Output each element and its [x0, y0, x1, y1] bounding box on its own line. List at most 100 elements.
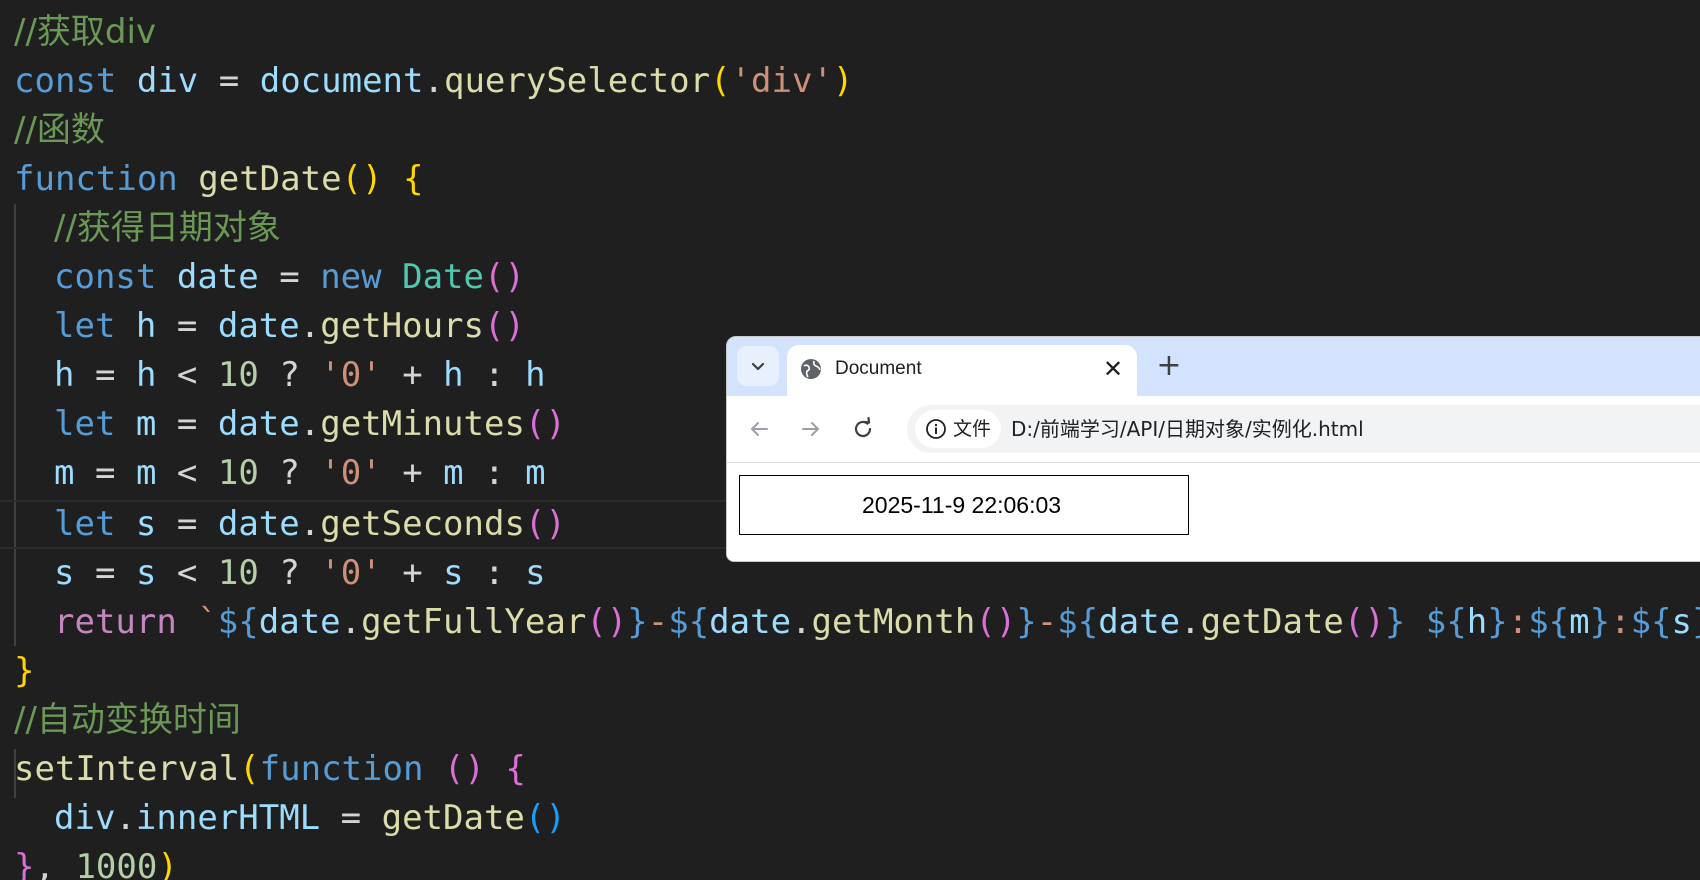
operator: ?	[279, 453, 300, 493]
variable: m	[135, 453, 157, 493]
comment: //获得日期对象	[54, 208, 281, 248]
template-tick: `	[197, 602, 218, 642]
variable: m	[54, 453, 75, 493]
operator: ,	[34, 847, 55, 880]
keyword: const	[14, 61, 117, 101]
variable: s	[135, 553, 157, 593]
site-info-chip[interactable]: 文件	[915, 410, 1001, 448]
operator: .	[299, 404, 321, 444]
bracket: }	[14, 847, 35, 880]
keyword: return	[54, 602, 177, 642]
keyword: const	[54, 257, 157, 297]
code-line: function getDate() {	[0, 155, 1700, 204]
reload-icon	[854, 417, 872, 438]
function-name: getFullYear	[361, 602, 587, 642]
forward-button[interactable]	[795, 413, 827, 445]
tab-document[interactable]: Document ✕	[787, 345, 1137, 396]
operator: .	[423, 61, 444, 101]
function-name: getDate	[198, 159, 342, 199]
keyword: let	[54, 504, 116, 544]
arrow-right-icon	[802, 422, 819, 436]
url-text[interactable]: D:/前端学习/API/日期对象/实例化.html	[1011, 417, 1364, 441]
bracket: ()	[341, 159, 383, 199]
operator: +	[402, 553, 423, 593]
operator: :	[484, 453, 505, 493]
variable: s	[135, 504, 157, 544]
string: '0'	[320, 355, 382, 395]
browser-window: Document ✕ + 文件 D:/前端学习/API/日期对象/实例化.htm…	[726, 336, 1700, 562]
class-name: Date	[402, 257, 484, 297]
number: 1000	[75, 847, 158, 880]
variable: s	[54, 553, 75, 593]
operator: =	[279, 257, 300, 297]
variable: div	[54, 798, 116, 838]
chevron-down-icon	[751, 362, 765, 371]
address-bar[interactable]: 文件 D:/前端学习/API/日期对象/实例化.html	[907, 405, 1700, 453]
variable: m	[443, 453, 464, 493]
variable: s	[525, 553, 546, 593]
keyword: function	[259, 749, 424, 789]
number: 10	[217, 355, 259, 395]
back-button[interactable]	[743, 413, 775, 445]
new-tab-button[interactable]: +	[1153, 351, 1185, 383]
close-icon[interactable]: ✕	[1101, 357, 1125, 381]
variable: date	[217, 404, 300, 444]
bracket: (	[239, 749, 260, 789]
template-brace: }	[1384, 602, 1406, 642]
code-line: //自动变换时间	[0, 696, 1700, 745]
comment: //自动变换时间	[14, 700, 241, 740]
bracket: ()	[524, 798, 566, 838]
function-name: getHours	[320, 306, 484, 346]
variable: s	[443, 553, 464, 593]
function-name: setInterval	[14, 749, 240, 789]
bracket: ()	[483, 306, 525, 346]
template-brace: }	[1016, 602, 1037, 642]
code-line: return `${date.getFullYear()}-${date.get…	[0, 598, 1700, 647]
string: 'div'	[730, 61, 833, 101]
operator: =	[340, 798, 362, 838]
operator: =	[94, 355, 116, 395]
variable: date	[217, 306, 300, 346]
code-line: const date = new Date()	[0, 253, 1700, 302]
bracket: )	[832, 61, 854, 101]
operator: .	[1180, 602, 1201, 642]
operator: :	[484, 553, 505, 593]
operator: ?	[279, 355, 300, 395]
operator: =	[94, 553, 116, 593]
operator: ?	[279, 553, 300, 593]
bracket: }	[14, 651, 35, 691]
keyword: let	[54, 404, 116, 444]
function-name: getMinutes	[320, 404, 525, 444]
template-brace: ${	[668, 602, 710, 642]
function-name: querySelector	[443, 61, 711, 101]
globe-icon	[801, 359, 821, 379]
template-brace: ${	[1425, 602, 1467, 642]
number: 10	[217, 553, 259, 593]
comment: //获取div	[14, 12, 157, 52]
operator: =	[176, 404, 198, 444]
variable: m	[135, 404, 157, 444]
keyword: new	[320, 257, 382, 297]
bracket: )	[157, 847, 178, 880]
code-line: div.innerHTML = getDate()	[0, 794, 1700, 843]
template-brace: ${	[217, 602, 259, 642]
operator: .	[115, 798, 136, 838]
template-text: -	[647, 602, 669, 642]
operator: .	[299, 504, 321, 544]
string: '0'	[320, 453, 382, 493]
variable: h	[135, 355, 157, 395]
operator: .	[791, 602, 812, 642]
tab-search-button[interactable]	[737, 346, 779, 386]
function-name: getMonth	[811, 602, 976, 642]
variable: m	[525, 453, 546, 493]
template-brace: }	[1692, 602, 1700, 642]
code-line: //获得日期对象	[0, 204, 1700, 253]
property: innerHTML	[135, 798, 321, 838]
bracket: ()	[975, 602, 1017, 642]
variable: document	[259, 61, 424, 101]
template-brace: ${	[1528, 602, 1570, 642]
variable: date	[1098, 602, 1181, 642]
reload-button[interactable]	[847, 413, 879, 445]
template-brace: }	[1589, 602, 1611, 642]
operator: <	[176, 453, 198, 493]
